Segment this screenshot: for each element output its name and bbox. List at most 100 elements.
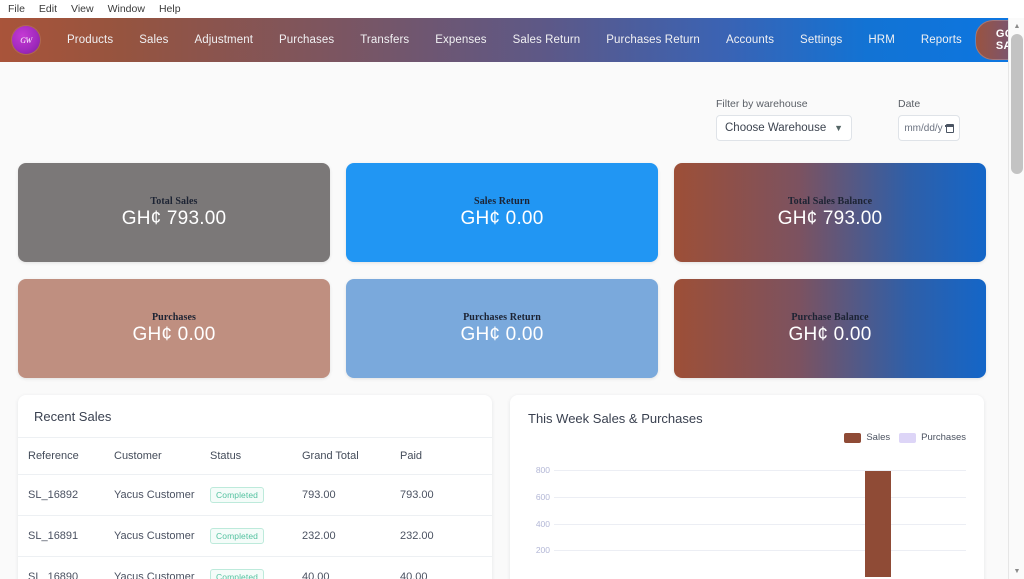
primary-nav: Products Sales Adjustment Purchases Tran… bbox=[54, 28, 975, 52]
stat-card-value: GH¢ 793.00 bbox=[121, 207, 227, 229]
cell-reference: SL_16890 bbox=[18, 556, 114, 579]
warehouse-filter-group: Filter by warehouse Choose Warehouse ▼ bbox=[716, 98, 852, 141]
scroll-down-arrow-icon[interactable]: ▼ bbox=[1009, 563, 1024, 579]
filter-bar: Filter by warehouse Choose Warehouse ▼ D… bbox=[0, 62, 1008, 141]
nav-link-transfers[interactable]: Transfers bbox=[347, 28, 422, 52]
cell-customer: Yacus Customer bbox=[114, 556, 210, 579]
warehouse-filter-label: Filter by warehouse bbox=[716, 98, 808, 110]
stat-card-sales-return[interactable]: Sales Return GH¢ 0.00 bbox=[346, 163, 658, 262]
scrollbar-thumb[interactable] bbox=[1011, 34, 1023, 174]
week-sales-purchases-panel: This Week Sales & Purchases Sales Purcha… bbox=[510, 395, 984, 579]
stat-card-total-sales[interactable]: Total Sales GH¢ 793.00 bbox=[18, 163, 330, 262]
cell-paid: 40.00 bbox=[400, 556, 492, 579]
column-header-paid[interactable]: Paid bbox=[400, 438, 492, 475]
cell-grand-total: 232.00 bbox=[302, 515, 400, 557]
recent-sales-title: Recent Sales bbox=[18, 395, 492, 438]
nav-link-sales[interactable]: Sales bbox=[126, 28, 181, 52]
top-navbar: GW Products Sales Adjustment Purchases T… bbox=[0, 18, 1008, 62]
stat-card-title: Purchase Balance bbox=[791, 311, 869, 323]
stat-card-value: GH¢ 793.00 bbox=[777, 207, 883, 229]
app-window: File Edit View Window Help GW Products S… bbox=[0, 0, 1024, 579]
table-header-row: Reference Customer Status Grand Total Pa… bbox=[18, 438, 492, 475]
menu-item-edit[interactable]: Edit bbox=[39, 3, 57, 15]
nav-link-reports[interactable]: Reports bbox=[908, 28, 975, 52]
stat-card-title: Purchases bbox=[151, 311, 197, 323]
cell-customer: Yacus Customer bbox=[114, 515, 210, 557]
stat-card-purchase-balance[interactable]: Purchase Balance GH¢ 0.00 bbox=[674, 279, 986, 378]
chart-y-tick-label: 600 bbox=[535, 492, 550, 502]
stat-card-purchases-return[interactable]: Purchases Return GH¢ 0.00 bbox=[346, 279, 658, 378]
chart-y-tick-label: 400 bbox=[535, 518, 550, 529]
stat-card-value: GH¢ 0.00 bbox=[460, 207, 544, 229]
legend-label-sales: Sales bbox=[866, 432, 891, 443]
nav-link-hrm[interactable]: HRM bbox=[855, 28, 908, 52]
menu-item-help[interactable]: Help bbox=[159, 3, 181, 15]
chart-gridline bbox=[554, 470, 966, 472]
os-menu-bar: File Edit View Window Help bbox=[0, 0, 1024, 18]
table-row[interactable]: SL_16890 Yacus Customer Completed 40.00 … bbox=[18, 556, 492, 579]
column-header-customer[interactable]: Customer bbox=[114, 438, 210, 475]
cell-paid: 232.00 bbox=[400, 515, 492, 557]
table-row[interactable]: SL_16892 Yacus Customer Completed 793.00… bbox=[18, 474, 492, 516]
chart-gridline bbox=[554, 497, 966, 498]
chart-gridline bbox=[554, 550, 966, 552]
nav-link-accounts[interactable]: Accounts bbox=[713, 28, 787, 52]
nav-link-settings[interactable]: Settings bbox=[787, 28, 855, 52]
chart-gridline bbox=[554, 523, 966, 525]
menu-item-file[interactable]: File bbox=[8, 3, 25, 15]
recent-sales-table: Reference Customer Status Grand Total Pa… bbox=[18, 438, 492, 579]
go-sale-button[interactable]: GO SALE bbox=[974, 20, 1008, 60]
cell-status: Completed bbox=[210, 556, 302, 579]
page-viewport: GW Products Sales Adjustment Purchases T… bbox=[0, 18, 1008, 579]
stat-card-purchases[interactable]: Purchases GH¢ 0.00 bbox=[18, 279, 330, 378]
status-badge: Completed bbox=[210, 528, 265, 544]
menu-item-view[interactable]: View bbox=[71, 3, 94, 15]
calendar-icon bbox=[945, 123, 954, 133]
legend-swatch-purchases-icon bbox=[899, 432, 917, 443]
chart-plot-area: 200 400 600 800 bbox=[524, 457, 970, 577]
chart-title: This Week Sales & Purchases bbox=[528, 411, 703, 426]
cell-grand-total: 40.00 bbox=[302, 556, 400, 579]
chart-bar[interactable] bbox=[864, 471, 891, 577]
date-input-placeholder: mm/dd/y bbox=[904, 122, 943, 134]
cell-grand-total: 793.00 bbox=[302, 474, 400, 516]
legend-item-sales[interactable]: Sales bbox=[844, 432, 890, 443]
column-header-grand-total[interactable]: Grand Total bbox=[302, 438, 400, 475]
column-header-reference[interactable]: Reference bbox=[18, 438, 114, 475]
nav-link-purchases-return[interactable]: Purchases Return bbox=[593, 28, 713, 52]
chart-legend: Sales Purchases bbox=[510, 426, 984, 443]
brand-logo-icon[interactable]: GW bbox=[12, 26, 40, 54]
nav-link-products[interactable]: Products bbox=[54, 28, 126, 52]
nav-link-adjustment[interactable]: Adjustment bbox=[181, 28, 266, 52]
warehouse-select-value: Choose Warehouse bbox=[725, 122, 827, 134]
nav-link-purchases[interactable]: Purchases bbox=[266, 28, 347, 52]
date-filter-group: Date mm/dd/y bbox=[898, 98, 960, 141]
cell-reference: SL_16891 bbox=[18, 515, 114, 557]
legend-item-purchases[interactable]: Purchases bbox=[899, 432, 966, 443]
menu-item-window[interactable]: Window bbox=[108, 3, 145, 15]
stat-card-value: GH¢ 0.00 bbox=[132, 323, 216, 345]
stat-card-title: Total Sales Balance bbox=[787, 195, 873, 207]
chevron-down-icon: ▼ bbox=[834, 122, 843, 133]
column-header-status[interactable]: Status bbox=[210, 438, 302, 475]
table-row[interactable]: SL_16891 Yacus Customer Completed 232.00… bbox=[18, 515, 492, 557]
cell-status: Completed bbox=[210, 474, 302, 516]
cell-reference: SL_16892 bbox=[18, 474, 114, 516]
nav-link-expenses[interactable]: Expenses bbox=[422, 28, 499, 52]
legend-swatch-sales-icon bbox=[844, 432, 862, 443]
recent-sales-panel: Recent Sales Reference Customer Status G… bbox=[18, 395, 492, 579]
warehouse-select[interactable]: Choose Warehouse ▼ bbox=[716, 115, 852, 141]
date-input[interactable]: mm/dd/y bbox=[898, 115, 960, 141]
date-filter-label: Date bbox=[898, 98, 921, 110]
nav-link-sales-return[interactable]: Sales Return bbox=[500, 28, 594, 52]
scroll-up-arrow-icon[interactable]: ▲ bbox=[1009, 18, 1024, 34]
stat-card-total-sales-balance[interactable]: Total Sales Balance GH¢ 793.00 bbox=[674, 163, 986, 262]
navbar-actions: GO SALE GW bbox=[974, 20, 1008, 60]
chart-y-tick-label: 800 bbox=[535, 465, 550, 476]
vertical-scrollbar[interactable]: ▲ ▼ bbox=[1008, 18, 1024, 579]
stat-card-title: Total Sales bbox=[150, 195, 198, 207]
cell-paid: 793.00 bbox=[400, 474, 492, 516]
cell-customer: Yacus Customer bbox=[114, 474, 210, 516]
cell-status: Completed bbox=[210, 515, 302, 557]
stat-card-value: GH¢ 0.00 bbox=[460, 323, 544, 345]
